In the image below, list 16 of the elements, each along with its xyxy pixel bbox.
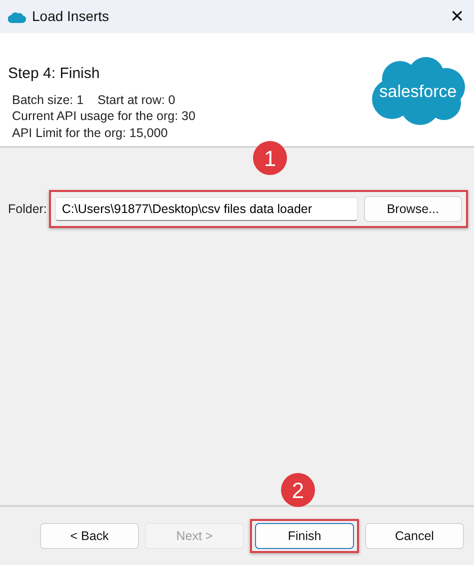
- step-title: Step 4: Finish: [8, 64, 101, 84]
- browse-button[interactable]: Browse...: [364, 196, 462, 222]
- step-marker: 2: [281, 473, 315, 507]
- salesforce-logo: salesforce: [370, 55, 466, 127]
- dialog-button[interactable]: Finish: [255, 523, 354, 549]
- folder-label: Folder:: [8, 200, 47, 218]
- dialog-button[interactable]: Cancel: [365, 523, 464, 549]
- folder-field[interactable]: C:\Users\91877\Desktop\csv files data loader: [54, 197, 358, 221]
- step-marker: 1: [253, 141, 287, 175]
- info-text: Current API usage for the org: 30: [11, 108, 196, 124]
- close-button[interactable]: ✕: [450, 4, 464, 30]
- info-text: API Limit for the org: 15,000: [11, 124, 169, 141]
- dialog-button[interactable]: < Back: [40, 523, 139, 549]
- cloud-icon: [8, 10, 26, 22]
- window-title: Load Inserts: [32, 7, 110, 26]
- info-text: Batch size: 1 Start at row: 0: [11, 92, 176, 108]
